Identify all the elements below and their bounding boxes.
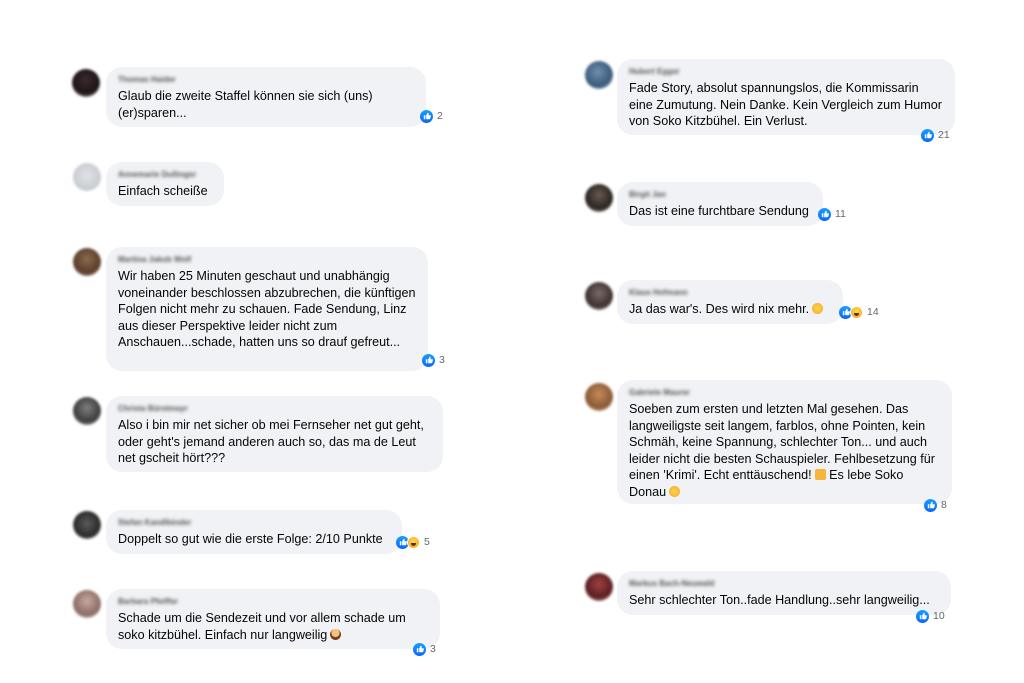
haha-icon <box>850 305 863 319</box>
comment-bubble: Stefan Kandlbinder Doppelt so gut wie di… <box>106 510 402 554</box>
avatar[interactable] <box>73 511 101 539</box>
comment-bubble: Barbara Pfeiffer Schade um die Sendezeit… <box>106 589 440 649</box>
like-icon <box>921 128 934 142</box>
reaction-count: 2 <box>437 110 443 122</box>
comment-text: Das ist eine furchtbare Sendung <box>629 204 809 218</box>
comment-author[interactable]: Martina Jakob Wolf <box>118 255 416 265</box>
reaction-count: 3 <box>430 643 436 655</box>
like-icon <box>916 609 929 623</box>
reaction-count: 8 <box>941 499 947 511</box>
reaction-summary[interactable]: 5 <box>394 533 434 551</box>
like-icon <box>924 498 937 512</box>
reaction-summary[interactable]: 10 <box>914 607 949 625</box>
reaction-summary[interactable]: 14 <box>837 303 883 321</box>
reaction-summary[interactable]: 21 <box>919 126 954 144</box>
wink-face-emoji <box>669 485 681 497</box>
comment-author[interactable]: Hubert Egger <box>629 67 943 77</box>
comment-bubble: Gabriele Maurer Soeben zum ersten und le… <box>617 380 952 504</box>
comment-text: Doppelt so gut wie die erste Folge: 2/10… <box>118 532 383 546</box>
comment-text: Also i bin mir net sicher ob mei Fernseh… <box>118 418 424 465</box>
reaction-summary[interactable]: 11 <box>816 205 850 223</box>
comment-text: Ja das war's. Des wird nix mehr. <box>629 301 831 318</box>
comment-bubble: Markus Bach-Neuwald Sehr schlechter Ton.… <box>617 571 951 615</box>
comment-bubble: Hubert Egger Fade Story, absolut spannun… <box>617 59 955 135</box>
comment-bubble: Christa Bürstmayr Also i bin mir net sic… <box>106 396 443 472</box>
comment-author[interactable]: Klaus Hofmann <box>629 288 831 298</box>
reaction-summary[interactable]: 3 <box>420 351 449 369</box>
avatar[interactable] <box>585 383 613 411</box>
avatar[interactable] <box>73 590 101 618</box>
comment-bubble: Martina Jakob Wolf Wir haben 25 Minuten … <box>106 247 428 371</box>
avatar[interactable] <box>73 248 101 276</box>
comment-bubble: Birgit Jan Das ist eine furchtbare Sendu… <box>617 182 823 226</box>
comment-text: Glaub die zweite Staffel können sie sich… <box>118 89 373 120</box>
reaction-count: 3 <box>439 354 445 366</box>
like-icon <box>818 207 831 221</box>
like-icon <box>422 353 435 367</box>
comment-author[interactable]: Markus Bach-Neuwald <box>629 579 939 589</box>
avatar[interactable] <box>585 61 613 89</box>
reaction-count: 5 <box>424 536 430 548</box>
comment-bubble: Thomas Haider Glaub die zweite Staffel k… <box>106 67 426 127</box>
avatar[interactable] <box>585 573 613 601</box>
sad-face-emoji <box>812 303 824 314</box>
avatar[interactable] <box>73 163 101 191</box>
thumbs-down-emoji <box>814 469 826 480</box>
comment-author[interactable]: Gabriele Maurer <box>629 388 940 398</box>
comment-bubble: Annemarie Dullinger Einfach scheiße <box>106 162 224 206</box>
haha-icon <box>407 535 420 549</box>
reaction-summary[interactable]: 8 <box>922 496 951 514</box>
reaction-summary[interactable]: 2 <box>418 107 447 125</box>
avatar[interactable] <box>72 69 100 97</box>
comment-bubble: Klaus Hofmann Ja das war's. Des wird nix… <box>617 280 843 324</box>
woman-shrugging-emoji <box>330 628 342 640</box>
reaction-count: 21 <box>938 129 950 141</box>
comment-author[interactable]: Annemarie Dullinger <box>118 170 212 180</box>
comment-text: Soeben zum ersten und letzten Mal gesehe… <box>629 402 935 499</box>
comment-text: Schade um die Sendezeit und vor allem sc… <box>118 611 406 642</box>
avatar[interactable] <box>585 282 613 310</box>
comment-text: Wir haben 25 Minuten geschaut und unabhä… <box>118 269 416 349</box>
like-icon <box>413 642 426 656</box>
comment-author[interactable]: Stefan Kandlbinder <box>118 518 390 528</box>
reaction-count: 11 <box>835 208 846 220</box>
like-icon <box>420 109 433 123</box>
comment-author[interactable]: Christa Bürstmayr <box>118 404 431 414</box>
comment-author[interactable]: Thomas Haider <box>118 75 414 85</box>
reaction-count: 10 <box>933 610 945 622</box>
comment-text: Sehr schlechter Ton..fade Handlung..sehr… <box>629 593 930 607</box>
comment-text: Fade Story, absolut spannungslos, die Ko… <box>629 81 942 128</box>
reaction-count: 14 <box>867 306 879 318</box>
comment-text: Einfach scheiße <box>118 184 208 198</box>
avatar[interactable] <box>73 397 101 425</box>
reaction-summary[interactable]: 3 <box>411 640 440 658</box>
avatar[interactable] <box>585 184 613 212</box>
comment-author[interactable]: Barbara Pfeiffer <box>118 597 428 607</box>
comment-author[interactable]: Birgit Jan <box>629 190 811 200</box>
